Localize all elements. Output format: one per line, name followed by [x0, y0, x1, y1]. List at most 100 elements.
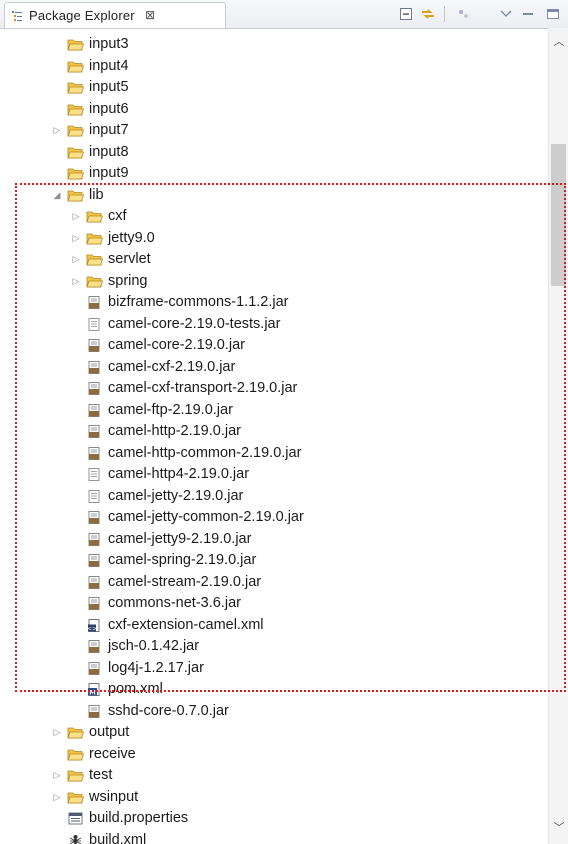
filters-icon[interactable]	[456, 6, 472, 22]
tree-folder-item[interactable]: input9	[0, 163, 548, 184]
collapse-all-icon[interactable]	[398, 6, 414, 22]
tree-item-label: input6	[89, 100, 129, 117]
tree-file-item[interactable]: log4j-1.2.17.jar	[0, 658, 548, 679]
folder-icon	[67, 102, 85, 117]
tree-item-label: input4	[89, 57, 129, 74]
view-menu-icon[interactable]	[498, 6, 514, 22]
scroll-down-icon[interactable]: ﹀	[552, 822, 566, 834]
minimize-icon[interactable]	[520, 6, 536, 22]
tree-file-item[interactable]: camel-core-2.19.0-tests.jar	[0, 314, 548, 335]
tree-item-label: servlet	[108, 251, 151, 267]
project-tree[interactable]: input3 input4 input5 input6 ▷ input7 input8 inp…	[0, 28, 548, 844]
jar-icon	[86, 295, 103, 310]
ant-build-icon	[67, 833, 84, 844]
folder-icon	[67, 188, 85, 203]
collapsed-twisty-icon[interactable]: ▷	[52, 792, 62, 802]
tree-file-item[interactable]: bizframe-commons-1.1.2.jar	[0, 292, 548, 313]
folder-icon	[67, 166, 85, 181]
tree-file-item[interactable]: camel-core-2.19.0.jar	[0, 335, 548, 356]
file-icon	[86, 467, 103, 482]
tree-item-label: test	[89, 767, 113, 783]
file-icon	[86, 489, 103, 504]
tree-file-item[interactable]: jsch-0.1.42.jar	[0, 636, 548, 657]
tree-folder-item[interactable]: receive	[0, 744, 548, 765]
tree-folder-item[interactable]: ▷ output	[0, 722, 548, 743]
tree-item-label: commons-net-3.6.jar	[108, 595, 241, 611]
expanded-twisty-icon[interactable]: ◢	[52, 190, 62, 200]
tree-item-label: input5	[89, 79, 129, 95]
collapsed-twisty-icon[interactable]: ▷	[52, 727, 62, 737]
tree-folder-item[interactable]: ▷ servlet	[0, 249, 548, 270]
folder-icon	[86, 274, 104, 289]
tree-file-item[interactable]: camel-stream-2.19.0.jar	[0, 572, 548, 593]
tree-item-label: camel-cxf-transport-2.19.0.jar	[108, 380, 298, 396]
tree-file-item[interactable]: Mpom.xml	[0, 679, 548, 700]
collapsed-twisty-icon[interactable]: ▷	[71, 233, 81, 243]
tree-folder-item[interactable]: input6	[0, 99, 548, 120]
tree-item-label: camel-jetty-2.19.0.jar	[108, 487, 244, 504]
tree-folder-item[interactable]: input8	[0, 142, 548, 163]
jar-icon	[86, 338, 103, 353]
folder-icon	[67, 725, 85, 740]
jar-icon	[86, 575, 103, 590]
tree-item-label: camel-jetty9-2.19.0.jar	[108, 530, 252, 547]
tree-file-item[interactable]: camel-jetty-2.19.0.jar	[0, 486, 548, 507]
tree-file-item[interactable]: camel-http4-2.19.0.jar	[0, 464, 548, 485]
tree-file-item[interactable]: camel-jetty9-2.19.0.jar	[0, 529, 548, 550]
collapsed-twisty-icon[interactable]: ▷	[71, 254, 81, 264]
tree-folder-item[interactable]: input3	[0, 34, 548, 55]
folder-icon	[86, 231, 104, 246]
collapsed-twisty-icon[interactable]: ▷	[71, 276, 81, 286]
collapsed-twisty-icon[interactable]: ▷	[52, 125, 62, 135]
close-icon[interactable]: ⊠	[145, 8, 155, 22]
tree-item-label: camel-http4-2.19.0.jar	[108, 466, 250, 482]
tree-folder-item[interactable]: ▷ jetty9.0	[0, 228, 548, 249]
jar-icon	[86, 596, 103, 611]
scroll-up-icon[interactable]: ︿	[552, 36, 566, 48]
folder-icon	[67, 145, 85, 160]
tree-file-item[interactable]: camel-http-2.19.0.jar	[0, 421, 548, 442]
jar-icon	[86, 360, 103, 375]
tree-item-label: input3	[89, 36, 129, 52]
tree-file-item[interactable]: camel-ftp-2.19.0.jar	[0, 400, 548, 421]
tree-file-item[interactable]: sshd-core-0.7.0.jar	[0, 701, 548, 722]
tree-file-item[interactable]: <> cxf-extension-camel.xml	[0, 615, 548, 636]
jar-icon	[86, 424, 103, 439]
tree-folder-item[interactable]: ▷ input7	[0, 120, 548, 141]
tree-folder-item[interactable]: ▷ spring	[0, 271, 548, 292]
tree-item-label: bizframe-commons-1.1.2.jar	[108, 294, 289, 310]
tree-item-label: camel-http-2.19.0.jar	[108, 423, 241, 439]
maximize-icon[interactable]	[545, 6, 561, 22]
scrollbar-thumb[interactable]	[551, 144, 566, 286]
folder-icon	[67, 123, 85, 138]
tree-item-label: cxf	[108, 208, 127, 224]
tree-file-item[interactable]: camel-cxf-transport-2.19.0.jar	[0, 378, 548, 399]
folder-icon	[67, 37, 85, 52]
collapsed-twisty-icon[interactable]: ▷	[71, 211, 81, 221]
folder-icon	[67, 747, 85, 762]
tree-folder-item[interactable]: input4	[0, 56, 548, 77]
collapsed-twisty-icon[interactable]: ▷	[52, 770, 62, 780]
tree-file-item[interactable]: camel-jetty-common-2.19.0.jar	[0, 507, 548, 528]
view-title: Package Explorer	[29, 8, 135, 23]
tree-folder-item[interactable]: ▷ cxf	[0, 206, 548, 227]
tree-folder-item[interactable]: ▷ wsinput	[0, 787, 548, 808]
tree-file-item[interactable]: commons-net-3.6.jar	[0, 593, 548, 614]
jar-icon	[86, 639, 103, 654]
tab-package-explorer[interactable]: Package Explorer ⊠	[4, 2, 226, 28]
tree-item-label: sshd-core-0.7.0.jar	[108, 702, 229, 719]
tree-item-label: input8	[89, 143, 129, 160]
tree-file-item[interactable]: camel-spring-2.19.0.jar	[0, 550, 548, 571]
tree-file-item[interactable]: build.xml	[0, 830, 548, 844]
tree-folder-item[interactable]: ◢ lib	[0, 185, 548, 206]
tree-file-item[interactable]: build.properties	[0, 808, 548, 829]
tree-file-item[interactable]: camel-http-common-2.19.0.jar	[0, 443, 548, 464]
tree-item-label: input9	[89, 165, 129, 181]
tree-folder-item[interactable]: input5	[0, 77, 548, 98]
tree-folder-item[interactable]: ▷ test	[0, 765, 548, 786]
tree-item-label: build.properties	[89, 810, 189, 826]
link-with-editor-icon[interactable]	[420, 6, 436, 22]
xml-icon: <>	[86, 618, 103, 633]
tree-file-item[interactable]: camel-cxf-2.19.0.jar	[0, 357, 548, 378]
vertical-scrollbar[interactable]: ︿ ﹀	[548, 28, 568, 844]
